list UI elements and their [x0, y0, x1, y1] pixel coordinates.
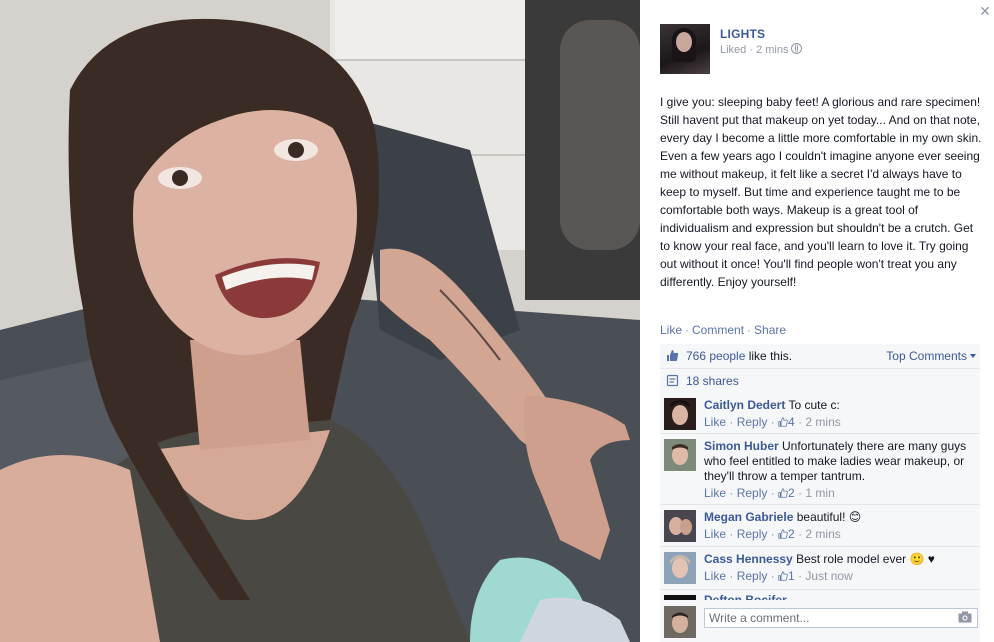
- top-comments-dropdown[interactable]: Top Comments: [886, 349, 976, 363]
- comment-item: Caitlyn Dedert To cute c: Like · Reply ·…: [660, 393, 980, 434]
- likes-row: 766 people like this. Top Comments: [660, 344, 980, 369]
- commenter-avatar[interactable]: [664, 552, 696, 584]
- post-meta: Liked · 2 mins: [720, 43, 803, 56]
- thumbs-up-icon: [667, 350, 679, 361]
- comment-text: beautiful! 😊: [796, 510, 862, 524]
- commenter-name[interactable]: Cass Hennessy: [704, 552, 793, 566]
- comment-like-count[interactable]: 2: [788, 486, 795, 500]
- ufi-summary: 766 people like this. Top Comments 18 sh…: [660, 344, 980, 394]
- post-panel: ✕ LIGHTS Liked · 2 mins I give you: slee…: [640, 0, 994, 642]
- comment-reply-link[interactable]: Reply: [737, 486, 768, 500]
- chevron-down-icon: [970, 354, 976, 358]
- author-avatar[interactable]: [660, 24, 710, 74]
- camera-icon[interactable]: [958, 611, 972, 623]
- comment-reply-link[interactable]: Reply: [737, 527, 768, 541]
- thumbs-up-icon: [778, 529, 788, 539]
- commenter-name[interactable]: Caitlyn Dedert: [704, 398, 785, 412]
- share-link[interactable]: Share: [754, 323, 786, 337]
- post-meta-text: Liked · 2 mins: [720, 44, 789, 56]
- selfie-image: [0, 0, 640, 642]
- thumbs-up-icon: [778, 488, 788, 498]
- share-icon: [666, 374, 679, 387]
- post-text: I give you: sleeping baby feet! A glorio…: [660, 95, 982, 289]
- commenter-avatar[interactable]: [664, 439, 696, 471]
- comment-composer: [660, 600, 980, 642]
- comment-item: Megan Gabriele beautiful! 😊 Like · Reply…: [660, 505, 980, 547]
- post-header: LIGHTS Liked · 2 mins: [660, 24, 980, 74]
- likes-text: 766 people like this.: [686, 349, 792, 363]
- comment-link[interactable]: Comment: [692, 323, 744, 337]
- comment-text: To cute c:: [788, 398, 840, 412]
- post-actions: Like · Comment · Share: [660, 323, 787, 337]
- commenter-avatar[interactable]: [664, 510, 696, 542]
- comment-item: Simon Huber Unfortunately there are many…: [660, 434, 980, 505]
- shares-row: 18 shares: [660, 369, 980, 394]
- comment-input[interactable]: [704, 608, 978, 628]
- comment-time[interactable]: 1 min: [805, 486, 834, 500]
- comment-time[interactable]: Just now: [805, 569, 852, 583]
- comment-time[interactable]: 2 mins: [805, 527, 840, 541]
- comment-like-count[interactable]: 1: [788, 569, 795, 583]
- thumbs-up-icon: [778, 571, 788, 581]
- like-link[interactable]: Like: [660, 323, 682, 337]
- comment-like-link[interactable]: Like: [704, 486, 726, 500]
- post-photo[interactable]: [0, 0, 640, 642]
- comment-like-link[interactable]: Like: [704, 415, 726, 429]
- comment-like-link[interactable]: Like: [704, 569, 726, 583]
- commenter-name[interactable]: Megan Gabriele: [704, 510, 793, 524]
- comment-reply-link[interactable]: Reply: [737, 415, 768, 429]
- top-comments-label: Top Comments: [886, 349, 967, 363]
- shares-link[interactable]: 18 shares: [686, 374, 739, 388]
- comment-like-link[interactable]: Like: [704, 527, 726, 541]
- comment-like-count[interactable]: 4: [788, 415, 795, 429]
- globe-icon[interactable]: [791, 43, 803, 54]
- commenter-name[interactable]: Simon Huber: [704, 439, 779, 453]
- likes-count-link[interactable]: 766 people: [686, 349, 745, 363]
- comment-text: Best role model ever 🙂 ♥: [796, 552, 935, 566]
- thumbs-up-icon: [778, 417, 788, 427]
- author-name[interactable]: LIGHTS: [720, 27, 765, 41]
- close-icon[interactable]: ✕: [978, 4, 992, 18]
- viewer-avatar: [664, 606, 696, 638]
- comment-time[interactable]: 2 mins: [805, 415, 840, 429]
- comment-like-count[interactable]: 2: [788, 527, 795, 541]
- commenter-avatar[interactable]: [664, 398, 696, 430]
- comment-reply-link[interactable]: Reply: [737, 569, 768, 583]
- comment-item: Cass Hennessy Best role model ever 🙂 ♥ L…: [660, 547, 980, 590]
- likes-suffix: like this.: [745, 349, 793, 363]
